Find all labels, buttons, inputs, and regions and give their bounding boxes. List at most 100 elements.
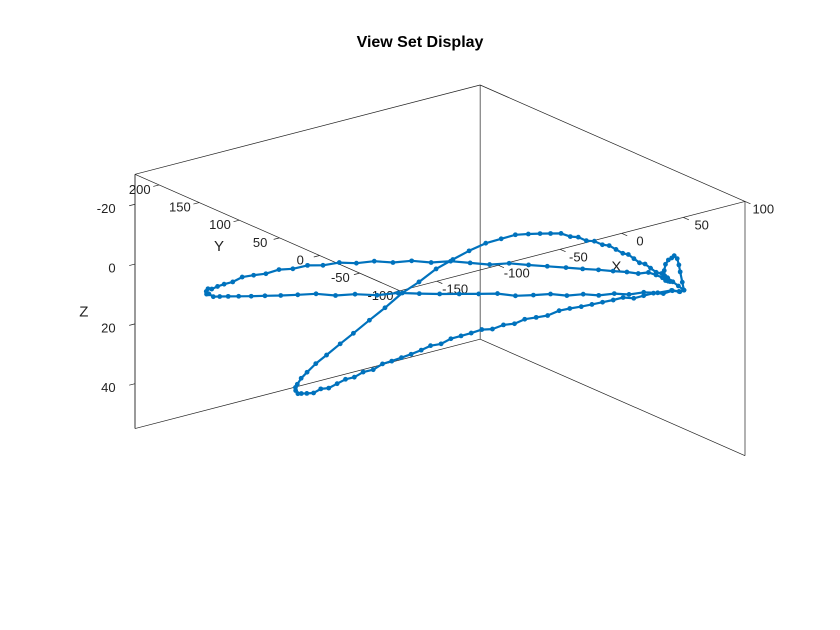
trajectory-marker <box>662 273 667 278</box>
trajectory-marker <box>483 241 488 246</box>
trajectory-marker <box>326 386 331 391</box>
trajectory-marker <box>600 242 605 247</box>
trajectory-marker <box>479 327 484 332</box>
trajectory-marker <box>531 293 536 298</box>
trajectory-marker <box>434 267 439 272</box>
chart-svg: -150-100-50050100X-100-50050100150200Y-2… <box>0 0 840 630</box>
z-tick <box>129 204 135 206</box>
trajectory-marker <box>600 300 605 305</box>
trajectory-marker <box>564 265 569 270</box>
trajectory-marker <box>620 251 625 256</box>
trajectory-marker <box>646 270 651 275</box>
trajectory-marker <box>513 293 518 298</box>
z-tick-label: 0 <box>108 261 115 276</box>
trajectory-marker <box>669 288 674 293</box>
trajectory-marker <box>419 348 424 353</box>
trajectory-marker <box>557 308 562 313</box>
trajectory-marker <box>612 291 617 296</box>
trajectory-marker <box>361 370 366 375</box>
trajectory-marker <box>251 273 256 278</box>
trajectory-marker <box>495 291 500 296</box>
trajectory-marker <box>580 267 585 272</box>
y-tick-label: -50 <box>331 270 350 285</box>
trajectory-marker <box>230 280 235 285</box>
y-tick-label: 100 <box>209 217 231 232</box>
y-tick-label: 50 <box>253 235 267 250</box>
trajectory-marker <box>467 248 472 253</box>
trajectory-marker <box>324 353 329 358</box>
trajectory-marker <box>321 263 326 268</box>
trajectory-marker <box>526 232 531 237</box>
x-tick-label: 100 <box>752 201 774 216</box>
trajectory-marker <box>490 327 495 332</box>
trajectory-marker <box>625 270 630 275</box>
x-tick-label: -50 <box>569 249 588 264</box>
trajectory-marker <box>380 362 385 367</box>
trajectory-marker <box>311 391 316 396</box>
trajectory-marker <box>522 317 527 322</box>
trajectory-marker <box>278 293 283 298</box>
trajectory-marker <box>314 291 319 296</box>
x-tick <box>560 249 565 251</box>
trajectory-marker <box>596 267 601 272</box>
trajectory-marker <box>548 292 553 297</box>
y-tick-label: 150 <box>169 200 191 215</box>
trajectory-marker <box>596 293 601 298</box>
trajectory-marker <box>567 306 572 311</box>
trajectory-marker <box>211 294 216 299</box>
trajectory-marker <box>337 260 342 265</box>
trajectory-marker <box>409 258 414 263</box>
trajectory-marker <box>621 295 626 300</box>
trajectory-marker <box>663 262 668 267</box>
trajectory-marker <box>333 293 338 298</box>
y-axis-label: Y <box>214 238 224 255</box>
trajectory-marker <box>648 266 653 271</box>
trajectory-marker <box>545 264 550 269</box>
y-tick-label: 200 <box>129 182 151 197</box>
trajectory-marker <box>417 291 422 296</box>
trajectory-marker <box>338 341 343 346</box>
x-tick-label: -100 <box>504 265 530 280</box>
trajectory-marker <box>654 273 659 278</box>
trajectory-marker <box>584 238 589 243</box>
trajectory-marker <box>476 292 481 297</box>
trajectory-marker <box>507 261 512 266</box>
trajectory-marker <box>304 391 309 396</box>
trajectory-marker <box>437 292 442 297</box>
trajectory-marker <box>662 268 667 273</box>
trajectory-marker <box>305 263 310 268</box>
trajectory-marker <box>614 247 619 252</box>
trajectory-marker <box>429 260 434 265</box>
trajectory-marker <box>375 293 380 298</box>
trajectory-marker <box>343 377 348 382</box>
trajectory-marker <box>383 305 388 310</box>
trajectory-marker <box>417 280 422 285</box>
trajectory-marker <box>627 292 632 297</box>
trajectory-marker <box>632 256 637 261</box>
trajectory-marker <box>651 291 656 296</box>
trajectory-marker <box>249 294 254 299</box>
trajectory-marker <box>678 269 683 274</box>
trajectory-marker <box>313 361 318 366</box>
trajectory-marker <box>545 313 550 318</box>
trajectory-marker <box>559 231 564 236</box>
trajectory-marker <box>534 315 539 320</box>
x-tick-label: 0 <box>636 233 643 248</box>
trajectory-marker <box>299 391 304 396</box>
trajectory-marker <box>439 341 444 346</box>
x-tick <box>622 233 627 235</box>
trajectory-marker <box>352 375 357 380</box>
trajectory-marker <box>240 275 245 280</box>
axes-box-edge <box>480 339 745 455</box>
trajectory-marker <box>499 236 504 241</box>
z-tick <box>129 324 135 326</box>
trajectory-marker <box>409 352 414 357</box>
y-tick <box>314 256 320 258</box>
trajectory-marker <box>637 260 642 265</box>
trajectory-marker <box>263 293 268 298</box>
trajectory-marker <box>675 256 680 261</box>
trajectory-marker <box>676 263 681 268</box>
y-tick-label: 0 <box>297 253 304 268</box>
trajectory-marker <box>626 252 631 257</box>
y-tick <box>354 273 360 275</box>
